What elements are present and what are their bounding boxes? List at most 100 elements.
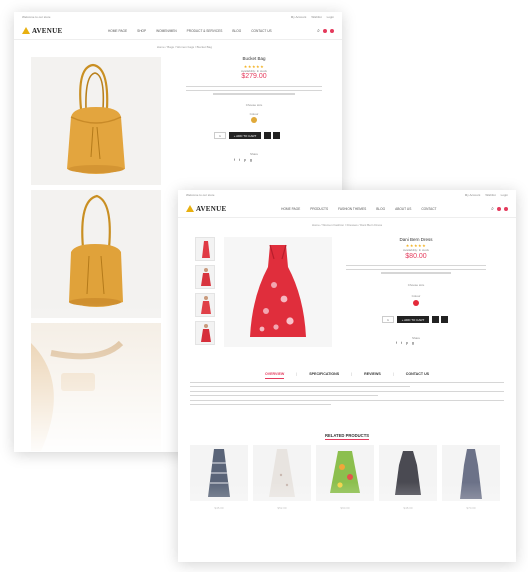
tab-overview[interactable]: OVERVIEW xyxy=(264,372,285,379)
main-menu: Home page Shop Women/Men Product & Servi… xyxy=(108,29,272,33)
tab-specifications[interactable]: SPECIFICATIONS xyxy=(309,372,339,379)
logo[interactable]: AVENUE xyxy=(186,205,226,213)
pinterest-icon[interactable]: p xyxy=(244,158,246,162)
product-tabs: OVERVIEW | SPECIFICATIONS | REVIEWS | CO… xyxy=(178,372,516,379)
quantity-input[interactable]: 1 xyxy=(382,316,394,323)
white-dress-image xyxy=(269,449,295,497)
logo-triangle-icon xyxy=(186,205,194,212)
dress-product-page: Welcome to our store My Account Wishlist… xyxy=(178,190,516,562)
thumbnail-1[interactable] xyxy=(195,237,215,261)
overview-text xyxy=(190,382,504,407)
facebook-icon[interactable]: f xyxy=(396,341,397,345)
menu-item-blog[interactable]: Blog xyxy=(232,29,241,33)
share-label: Share xyxy=(249,152,258,156)
size-label: Choose size xyxy=(407,283,425,287)
menu-item-contact[interactable]: Contact xyxy=(421,207,436,211)
my-account-link[interactable]: My Account xyxy=(291,15,307,19)
wishlist-button[interactable] xyxy=(264,132,271,139)
related-product-price: $60.00 xyxy=(340,506,350,510)
product-description xyxy=(346,265,486,276)
menu-item-home[interactable]: Home page xyxy=(281,207,300,211)
tab-contact-us[interactable]: CONTACT US xyxy=(406,372,429,379)
google-plus-icon[interactable]: g xyxy=(250,158,252,162)
add-to-cart-button[interactable]: + ADD TO CART xyxy=(229,132,261,139)
compare-button[interactable] xyxy=(441,316,448,323)
menu-item-fashion-themes[interactable]: Fashion Themes xyxy=(338,207,366,211)
wishlist-button[interactable] xyxy=(432,316,439,323)
related-product-5[interactable] xyxy=(442,445,500,501)
cart-badge-icon[interactable] xyxy=(329,28,334,33)
logo[interactable]: AVENUE xyxy=(22,27,62,35)
red-floral-dress-image xyxy=(224,237,332,347)
product-photo-main[interactable] xyxy=(31,57,161,185)
related-product-4[interactable] xyxy=(379,445,437,501)
google-plus-icon[interactable]: g xyxy=(412,341,414,345)
social-share: f t p g xyxy=(234,158,252,162)
product-description xyxy=(186,86,322,97)
product-photo-side[interactable] xyxy=(31,190,161,318)
related-products-title-text: RELATED PRODUCTS xyxy=(324,433,370,440)
search-icon[interactable]: ⌕ xyxy=(491,206,494,212)
wishlist-link[interactable]: Wishlist xyxy=(485,193,495,197)
menu-item-home[interactable]: Home page xyxy=(108,29,127,33)
quantity-input[interactable]: 1 xyxy=(214,132,226,139)
bucket-bag-side-image xyxy=(31,190,161,318)
wishlist-link[interactable]: Wishlist xyxy=(311,15,321,19)
facebook-icon[interactable]: f xyxy=(234,158,235,162)
color-swatch[interactable] xyxy=(413,300,419,306)
product-name: Dani Bern Dress xyxy=(399,237,433,242)
related-product-3[interactable] xyxy=(316,445,374,501)
bucket-bag-detail-image xyxy=(31,323,161,451)
login-link[interactable]: Login xyxy=(501,193,508,197)
related-product-price: $45.00 xyxy=(214,506,224,510)
main-navbar: AVENUE Home page Products Fashion Themes… xyxy=(178,200,516,218)
menu-item-blog[interactable]: Blog xyxy=(376,207,385,211)
top-bar: Welcome to our store My Account Wishlist… xyxy=(14,12,342,22)
tab-reviews[interactable]: REVIEWS xyxy=(364,372,381,379)
twitter-icon[interactable]: t xyxy=(239,158,240,162)
bucket-bag-image xyxy=(31,57,161,185)
menu-item-contact[interactable]: Contact us xyxy=(251,29,271,33)
menu-item-shop[interactable]: Shop xyxy=(137,29,146,33)
menu-item-women-men[interactable]: Women/Men xyxy=(156,29,177,33)
related-product-price: $70.00 xyxy=(466,506,476,510)
add-to-cart-button[interactable]: + ADD TO CART xyxy=(397,316,429,323)
my-account-link[interactable]: My Account xyxy=(465,193,481,197)
twitter-icon[interactable]: t xyxy=(401,341,402,345)
login-link[interactable]: Login xyxy=(327,15,334,19)
compare-button[interactable] xyxy=(273,132,280,139)
thumbnail-4[interactable] xyxy=(195,321,215,345)
logo-text: AVENUE xyxy=(32,26,63,35)
wishlist-badge-icon[interactable] xyxy=(496,206,501,211)
striped-dress-image xyxy=(208,449,230,497)
related-product-2[interactable] xyxy=(253,445,311,501)
product-price: $80.00 xyxy=(405,253,427,260)
model-thumb-image xyxy=(201,268,211,286)
thumbnail-2[interactable] xyxy=(195,265,215,289)
menu-item-products[interactable]: Product & Services xyxy=(187,29,223,33)
logo-text: AVENUE xyxy=(196,204,227,213)
size-label: Choose size xyxy=(245,103,263,107)
color-swatch[interactable] xyxy=(251,117,257,123)
tab-separator: | xyxy=(296,372,298,376)
cart-badge-icon[interactable] xyxy=(503,206,508,211)
dress-thumb-image xyxy=(202,241,210,258)
product-photo-main[interactable] xyxy=(224,237,332,347)
product-photo-detail[interactable] xyxy=(31,323,161,451)
welcome-text: Welcome to our store xyxy=(186,193,215,197)
menu-item-about[interactable]: About us xyxy=(395,207,411,211)
wishlist-badge-icon[interactable] xyxy=(322,28,327,33)
menu-item-products[interactable]: Products xyxy=(310,207,328,211)
related-product-price: $48.00 xyxy=(403,506,413,510)
welcome-text: Welcome to our store xyxy=(22,15,51,19)
related-product-1[interactable] xyxy=(190,445,248,501)
tab-separator: | xyxy=(351,372,353,376)
search-icon[interactable]: ⌕ xyxy=(317,28,320,34)
thumbnail-3[interactable] xyxy=(195,293,215,317)
long-dress-image xyxy=(460,449,482,499)
breadcrumb: Home / Bags / Women bags / Bucket Bag xyxy=(156,45,212,49)
product-name: Bucket Bag xyxy=(242,56,266,61)
pinterest-icon[interactable]: p xyxy=(406,341,408,345)
top-bar: Welcome to our store My Account Wishlist… xyxy=(178,190,516,200)
related-product-price: $52.00 xyxy=(277,506,287,510)
